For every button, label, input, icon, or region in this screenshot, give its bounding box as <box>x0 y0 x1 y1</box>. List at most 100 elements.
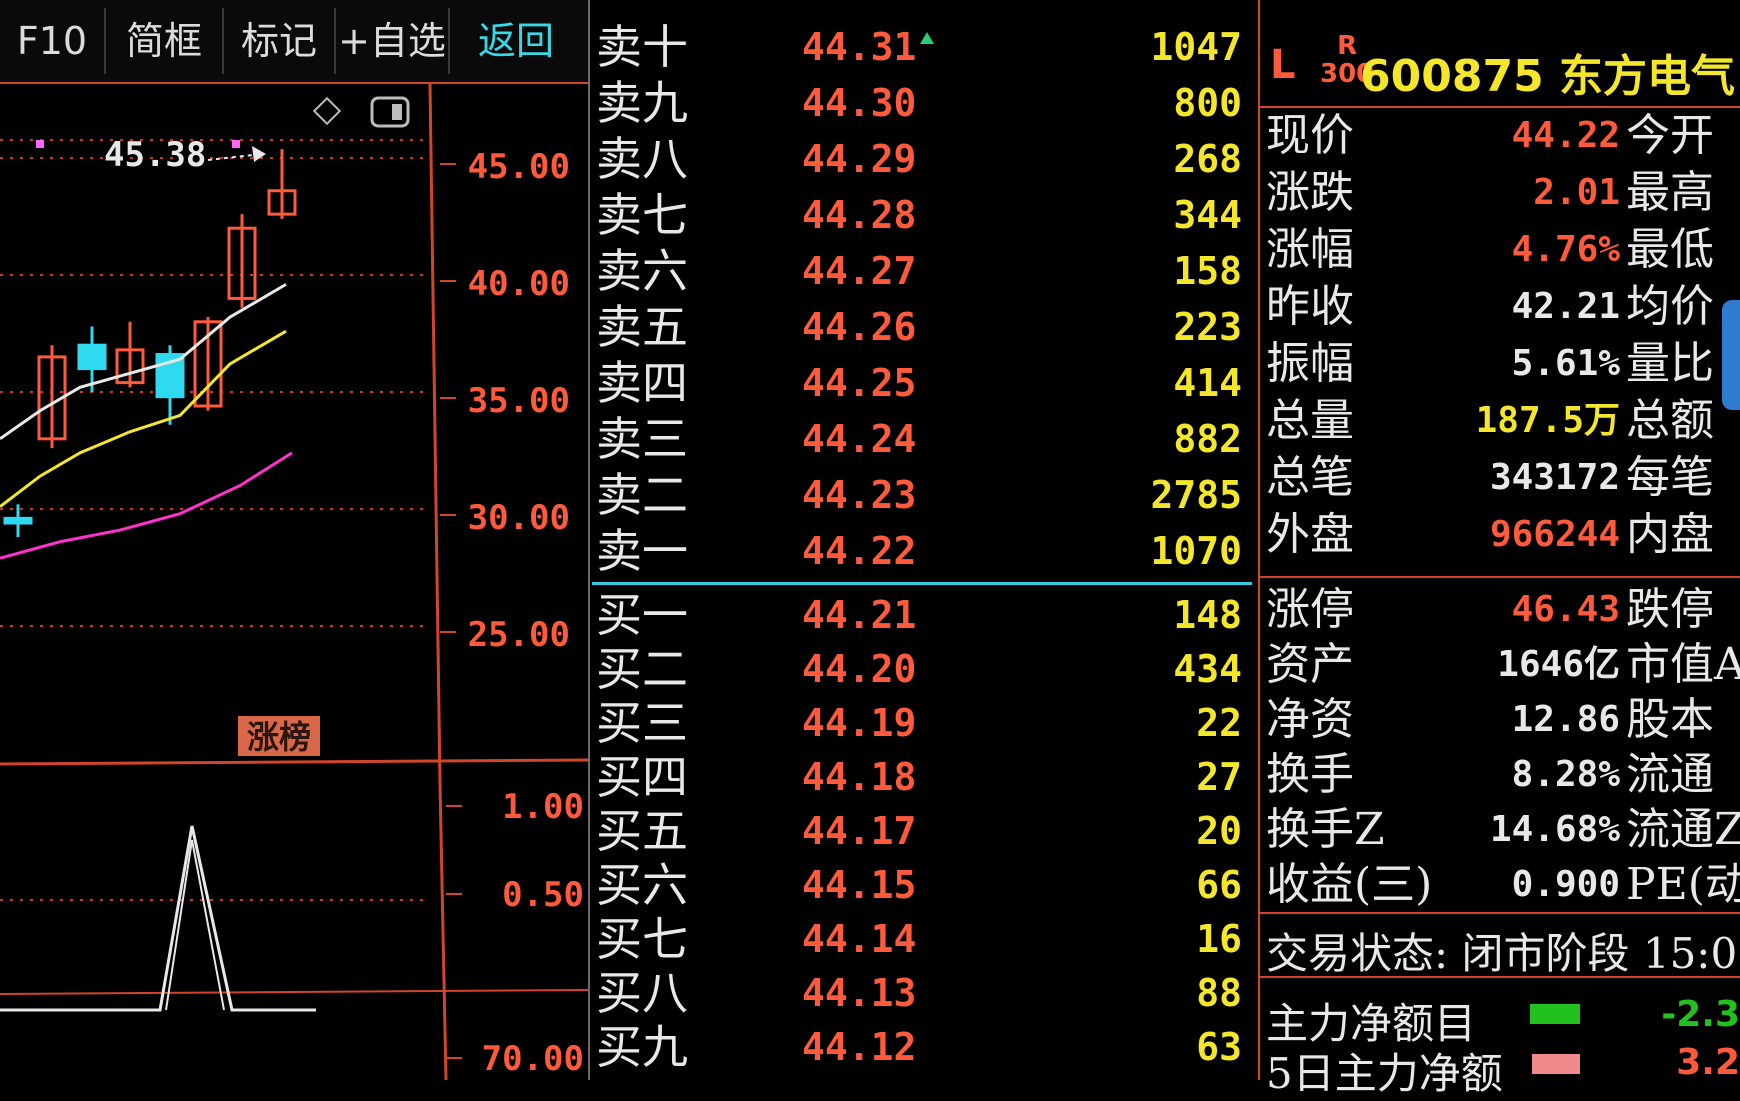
ask-price[interactable]: 44.28 <box>802 188 916 242</box>
bid-volume: 63 <box>1196 1025 1242 1069</box>
ask-row[interactable]: 卖二 44.23 2785 <box>590 468 1260 522</box>
bid-row[interactable]: 买二 44.20 434 <box>590 642 1260 696</box>
quote-field-label-right: 均价 <box>1626 281 1714 332</box>
mark-button[interactable]: 标记 <box>224 8 336 74</box>
side-scroll-tab[interactable] <box>1722 300 1740 410</box>
ask-price[interactable]: 44.31 <box>802 20 916 74</box>
quote-row: 收益(三) 0.900PE(动) <box>1260 857 1740 913</box>
quote-field-label-right: 内盘 <box>1626 509 1714 560</box>
ask-price[interactable]: 44.25 <box>802 356 916 410</box>
candle-body <box>3 516 33 525</box>
bid-price[interactable]: 44.12 <box>802 1020 916 1074</box>
ask-level-label: 卖八 <box>596 132 688 186</box>
ask-price[interactable]: 44.22 <box>802 524 916 578</box>
ask-level-label: 卖十 <box>596 20 688 74</box>
ask-volume: 800 <box>1173 81 1242 125</box>
bid-row[interactable]: 买一 44.21 148 <box>590 588 1260 642</box>
bid-volume: 27 <box>1196 755 1242 799</box>
quote-field-label-right: PE(动) <box>1626 859 1740 910</box>
market-l-badge: L <box>1270 42 1296 88</box>
diamond-icon <box>312 96 342 126</box>
quote-field-label-right: 今开 <box>1626 110 1714 161</box>
bid-level-label: 买四 <box>596 750 688 804</box>
quote-field-value: 14.68% <box>1489 809 1620 850</box>
five-day-net-bar <box>1532 1054 1580 1074</box>
bid-row[interactable]: 买三 44.19 22 <box>590 696 1260 750</box>
bid-volume: 22 <box>1196 701 1242 745</box>
ask-price[interactable]: 44.27 <box>802 244 916 298</box>
ask-price[interactable]: 44.23 <box>802 468 916 522</box>
ask-row[interactable]: 卖八 44.29 268 <box>590 132 1260 186</box>
bid-row[interactable]: 买七 44.14 16 <box>590 912 1260 966</box>
ask-row[interactable]: 卖四 44.25 414 <box>590 356 1260 410</box>
ask-price[interactable]: 44.30 <box>802 76 916 130</box>
quote-row: 昨收 42.21 均价 <box>1260 279 1740 335</box>
ask-row[interactable]: 卖一 44.22 1070 <box>590 524 1260 578</box>
quote-divider-1 <box>1260 576 1740 578</box>
bid-level-label: 买九 <box>596 1020 688 1074</box>
bid-price[interactable]: 44.15 <box>802 858 916 912</box>
ask-row[interactable]: 卖六 44.27 158 <box>590 244 1260 298</box>
kline-chart[interactable]: 45.00 40.00 35.00 30.00 25.00 45.38 涨榜 1.00 0.50… <box>0 84 588 1080</box>
order-book: 卖十 44.31 1047 卖九 44.30 800 卖八 44.29 268 卖七 44.28 34… <box>588 0 1260 1080</box>
kline-svg[interactable]: 45.00 40.00 35.00 30.00 25.00 45.38 涨榜 1.00 0.50… <box>0 84 588 1080</box>
bid-price[interactable]: 44.18 <box>802 750 916 804</box>
bid-row[interactable]: 买六 44.15 66 <box>590 858 1260 912</box>
ask-row[interactable]: 卖九 44.30 800 <box>590 76 1260 130</box>
high-arrow-icon <box>252 146 266 162</box>
f10-button[interactable]: F10 <box>0 8 106 74</box>
quote-field-label-right: 跌停 <box>1626 584 1714 635</box>
ask-level-label: 卖六 <box>596 244 688 298</box>
marker-dot <box>232 140 240 148</box>
ask-volume: 882 <box>1173 417 1242 461</box>
bid-ask-separator <box>592 582 1252 585</box>
ask-row[interactable]: 卖三 44.24 882 <box>590 412 1260 466</box>
bid-price[interactable]: 44.21 <box>802 588 916 642</box>
quote-field-label-right: 流通 <box>1626 749 1714 800</box>
ask-volume: 223 <box>1173 305 1242 349</box>
quote-field-value: 0.900 <box>1511 864 1620 905</box>
quote-field-value: 1646亿 <box>1497 644 1620 685</box>
volume-tick-label: 1.00 <box>502 787 584 827</box>
pane-divider-2 <box>0 989 588 995</box>
bid-price[interactable]: 44.17 <box>802 804 916 858</box>
price-axis <box>428 84 448 1080</box>
ask-volume: 414 <box>1173 361 1242 405</box>
five-day-net-label: 5日主力净额 <box>1266 1049 1503 1098</box>
bid-volume: 434 <box>1173 647 1242 691</box>
main-net-bar <box>1530 1004 1580 1024</box>
ask-price[interactable]: 44.24 <box>802 412 916 466</box>
ask-row[interactable]: 卖七 44.28 344 <box>590 188 1260 242</box>
bid-price[interactable]: 44.20 <box>802 642 916 696</box>
quote-field-value: 8.28% <box>1511 754 1620 795</box>
quote-field-label: 现价 <box>1266 110 1354 161</box>
ask-row[interactable]: 卖十 44.31 1047 <box>590 20 1260 74</box>
bid-row[interactable]: 买四 44.18 27 <box>590 750 1260 804</box>
bid-price[interactable]: 44.13 <box>802 966 916 1020</box>
add-watchlist-button[interactable]: +自选 <box>336 8 450 74</box>
bid-price[interactable]: 44.19 <box>802 696 916 750</box>
ask-price[interactable]: 44.29 <box>802 132 916 186</box>
bid-row[interactable]: 买九 44.12 63 <box>590 1020 1260 1074</box>
quote-field-label: 涨跌 <box>1266 167 1354 218</box>
quote-field-label: 涨幅 <box>1266 224 1354 275</box>
quote-field-label: 净资 <box>1266 694 1354 745</box>
candle-body <box>77 343 107 371</box>
back-button[interactable]: 返回 <box>450 8 582 74</box>
ask-level-label: 卖五 <box>596 300 688 354</box>
quote-row: 总笔 343172 每笔 <box>1260 450 1740 506</box>
price-tick-label: 35.00 <box>468 381 570 421</box>
simple-frame-button[interactable]: 简框 <box>106 8 224 74</box>
bid-price[interactable]: 44.14 <box>802 912 916 966</box>
stock-title[interactable]: 600875 东方电气 <box>1360 40 1735 104</box>
ask-row[interactable]: 卖五 44.26 223 <box>590 300 1260 354</box>
bid-row[interactable]: 买五 44.17 20 <box>590 804 1260 858</box>
quote-field-value: 12.86 <box>1511 699 1620 740</box>
bid-row[interactable]: 买八 44.13 88 <box>590 966 1260 1020</box>
high-price-label: 45.38 <box>104 135 206 175</box>
volume-line <box>0 825 316 1012</box>
price-tick-label: 25.00 <box>468 615 570 655</box>
ask-price[interactable]: 44.26 <box>802 300 916 354</box>
trade-status: 交易状态: 闭市阶段 15:0 <box>1266 929 1738 978</box>
bid-level-label: 买一 <box>596 588 688 642</box>
